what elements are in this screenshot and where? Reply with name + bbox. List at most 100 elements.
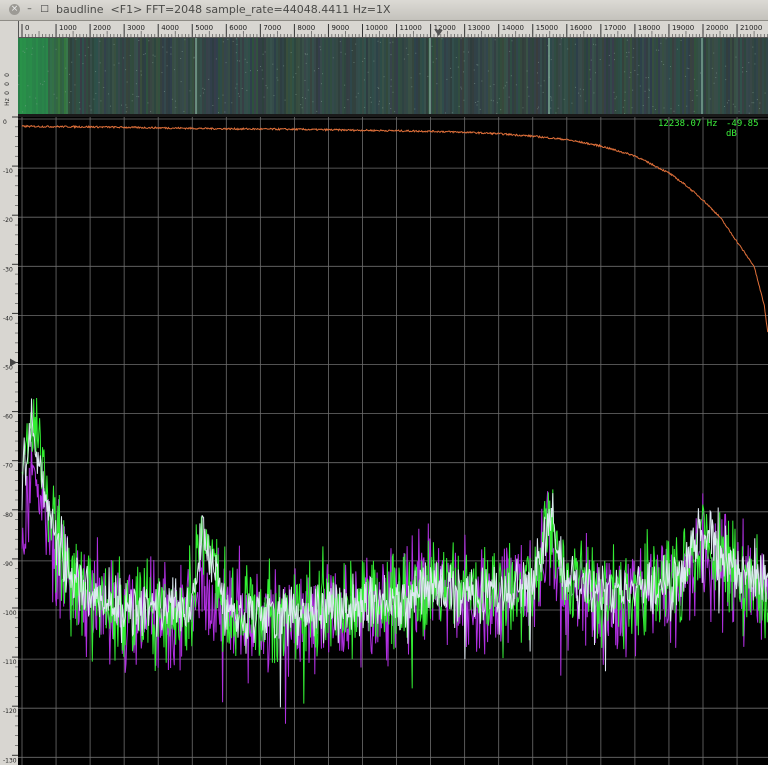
waterfall-column (590, 38, 592, 114)
waterfall-column (382, 38, 384, 114)
waterfall-noise (558, 85, 560, 87)
waterfall-column (104, 38, 106, 114)
waterfall-column (290, 38, 292, 114)
waterfall-noise (661, 61, 663, 63)
waterfall-column (394, 38, 396, 114)
waterfall-column (396, 38, 398, 114)
ruler-label: 1000 (59, 24, 77, 32)
waterfall-column (580, 38, 582, 114)
waterfall-noise (99, 62, 101, 64)
waterfall-noise (663, 107, 665, 109)
waterfall-noise (123, 57, 125, 59)
waterfall-column (44, 38, 46, 114)
waterfall-noise (455, 57, 457, 59)
waterfall-column (614, 38, 616, 114)
spectrogram-waterfall[interactable] (18, 38, 768, 114)
waterfall-column (732, 38, 734, 114)
waterfall-noise (152, 54, 154, 56)
waterfall-noise (632, 56, 634, 58)
waterfall-noise (377, 87, 379, 89)
ruler-label: 3000 (127, 24, 145, 32)
waterfall-column (658, 38, 660, 114)
waterfall-column (518, 38, 520, 114)
waterfall-noise (550, 107, 552, 109)
waterfall-column (512, 38, 514, 114)
waterfall-noise (42, 84, 44, 86)
waterfall-noise (382, 107, 384, 109)
waterfall-noise (306, 53, 308, 55)
waterfall-column (542, 38, 544, 114)
minimize-button[interactable]: – (24, 4, 35, 15)
waterfall-noise (414, 108, 416, 110)
waterfall-noise (691, 99, 693, 101)
waterfall-noise (241, 87, 243, 89)
waterfall-column (498, 38, 500, 114)
waterfall-noise (103, 86, 105, 88)
waterfall-noise (764, 92, 766, 94)
waterfall-noise (575, 86, 577, 88)
amplitude-axis[interactable]: 0 0 0 Hz 0 -10 -20 -30 -40 -50 -60 -70 -80 -90 -100 -11… (0, 21, 19, 765)
waterfall-column (46, 38, 48, 114)
waterfall-noise (180, 58, 182, 60)
maximize-button[interactable]: □ (39, 4, 50, 15)
waterfall-noise (31, 53, 33, 55)
waterfall-column (138, 38, 140, 114)
waterfall-column (722, 38, 724, 114)
waterfall-column (250, 38, 252, 114)
waterfall-noise (35, 97, 37, 99)
waterfall-noise (748, 105, 750, 107)
waterfall-noise (435, 58, 437, 60)
waterfall-column (360, 38, 362, 114)
waterfall-column (220, 38, 222, 114)
waterfall-noise (277, 79, 279, 81)
waterfall-column (300, 38, 302, 114)
axis-label: -90 (3, 561, 13, 568)
waterfall-noise (304, 53, 306, 55)
waterfall-noise (283, 65, 285, 67)
waterfall-noise (43, 80, 45, 82)
waterfall-column (656, 38, 658, 114)
waterfall-column (756, 38, 758, 114)
waterfall-noise (487, 70, 489, 72)
waterfall-column (270, 38, 272, 114)
waterfall-column (672, 38, 674, 114)
waterfall-column (316, 38, 318, 114)
waterfall-noise (104, 70, 106, 72)
waterfall-noise (53, 93, 55, 95)
amplitude-axis-svg: 000Hz0-10-20-30-40-50-60-70-80-90-100-11… (3, 73, 18, 764)
waterfall-column (418, 38, 420, 114)
waterfall-noise (56, 97, 58, 99)
waterfall-peak-line (548, 38, 550, 114)
spectrum-display[interactable] (18, 117, 768, 765)
waterfall-noise (388, 103, 390, 105)
waterfall-noise (363, 79, 365, 81)
close-button[interactable]: × (9, 4, 20, 15)
waterfall-column (398, 38, 400, 114)
waterfall-noise (138, 96, 140, 98)
waterfall-noise (624, 99, 626, 101)
waterfall-noise (509, 50, 511, 52)
waterfall-noise (140, 74, 142, 76)
waterfall-column (434, 38, 436, 114)
waterfall-column (470, 38, 472, 114)
waterfall-noise (108, 93, 110, 95)
waterfall-noise (461, 88, 463, 90)
waterfall-noise (756, 99, 758, 101)
waterfall-column (74, 38, 76, 114)
waterfall-noise (457, 66, 459, 68)
waterfall-noise (222, 94, 224, 96)
waterfall-noise (571, 102, 573, 104)
waterfall-column (764, 38, 766, 114)
waterfall-column (748, 38, 750, 114)
waterfall-column (76, 38, 78, 114)
waterfall-column (314, 38, 316, 114)
waterfall-peak-line (701, 38, 703, 114)
waterfall-noise (154, 55, 156, 57)
waterfall-column (166, 38, 168, 114)
waterfall-noise (658, 49, 660, 51)
frequency-ruler[interactable]: 0 1000 2000 3000 4000 5000 6000 7000 8000 9000 100… (18, 21, 768, 38)
spectrum-svg (18, 117, 768, 765)
waterfall-column (592, 38, 594, 114)
waterfall-column (494, 38, 496, 114)
waterfall-column (62, 38, 64, 114)
